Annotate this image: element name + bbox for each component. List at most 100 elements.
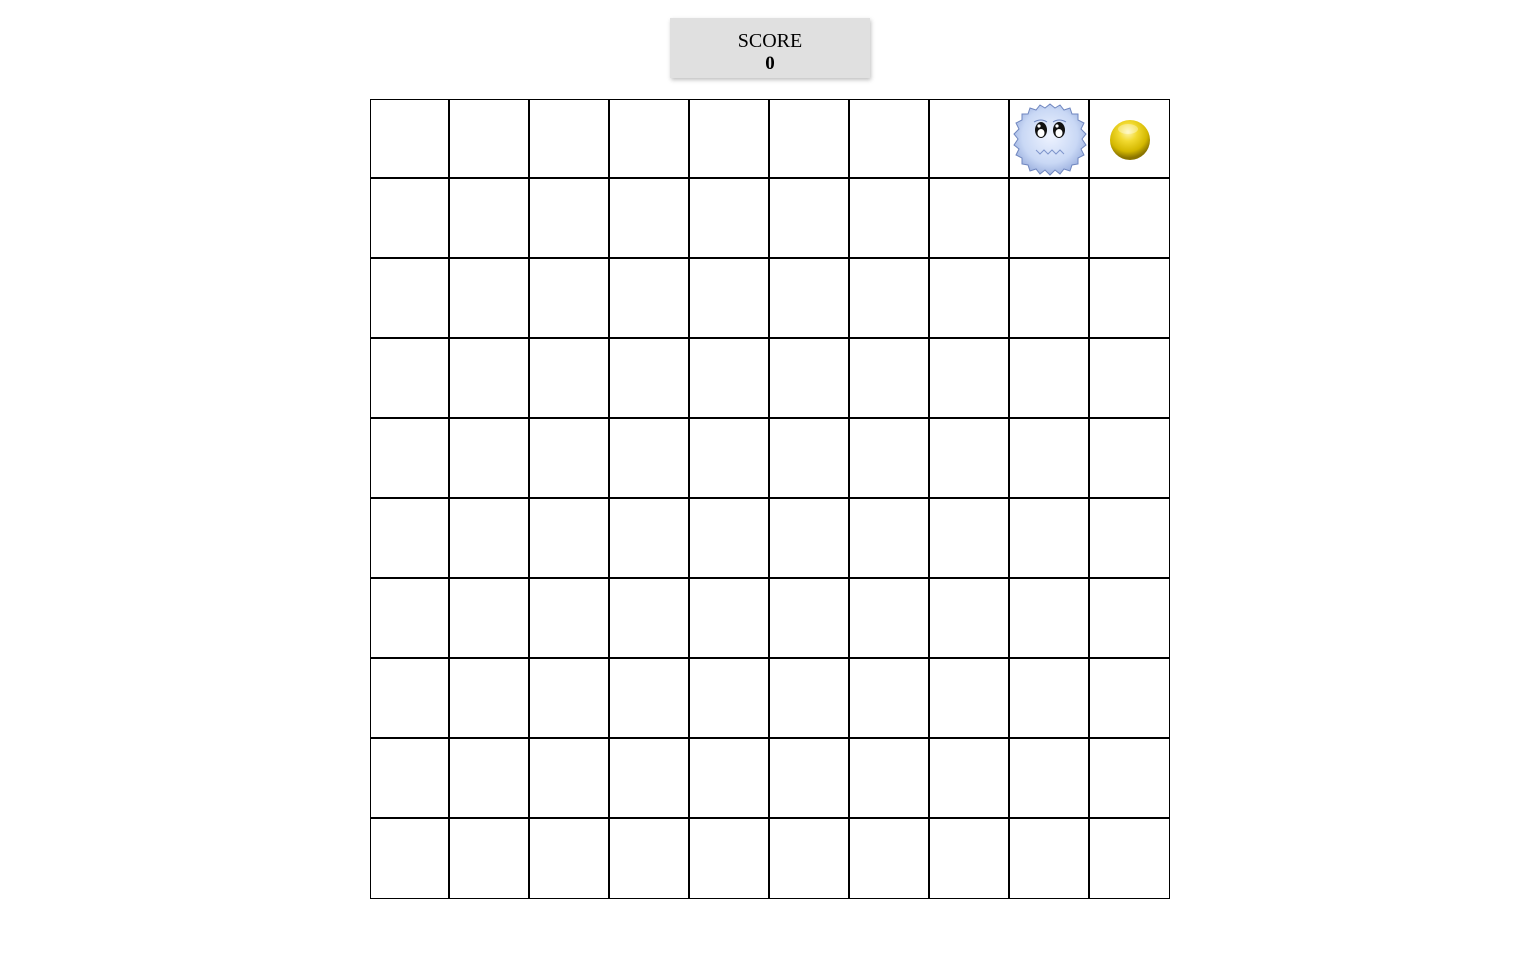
board-cell[interactable]: [530, 339, 610, 419]
board-cell[interactable]: [450, 259, 530, 339]
board-cell[interactable]: [370, 819, 450, 899]
board-cell[interactable]: [450, 499, 530, 579]
game-board[interactable]: [370, 99, 1170, 899]
board-cell[interactable]: [930, 419, 1010, 499]
board-cell[interactable]: [530, 579, 610, 659]
board-cell[interactable]: [1090, 819, 1170, 899]
board-cell[interactable]: [530, 819, 610, 899]
board-cell[interactable]: [690, 499, 770, 579]
board-cell[interactable]: [690, 739, 770, 819]
board-cell[interactable]: [850, 339, 930, 419]
board-cell[interactable]: [850, 499, 930, 579]
board-cell[interactable]: [1010, 819, 1090, 899]
board-cell[interactable]: [770, 419, 850, 499]
board-cell[interactable]: [610, 179, 690, 259]
board-cell[interactable]: [450, 659, 530, 739]
board-cell[interactable]: [610, 99, 690, 179]
board-cell[interactable]: [770, 259, 850, 339]
board-cell[interactable]: [770, 659, 850, 739]
board-cell[interactable]: [370, 179, 450, 259]
board-cell[interactable]: [1090, 259, 1170, 339]
board-cell[interactable]: [370, 419, 450, 499]
board-cell[interactable]: [930, 579, 1010, 659]
board-cell[interactable]: [850, 819, 930, 899]
board-cell[interactable]: [770, 99, 850, 179]
board-cell[interactable]: [610, 419, 690, 499]
board-cell[interactable]: [1010, 259, 1090, 339]
board-cell[interactable]: [370, 659, 450, 739]
board-cell[interactable]: [690, 99, 770, 179]
board-cell[interactable]: [930, 499, 1010, 579]
board-cell[interactable]: [1010, 419, 1090, 499]
board-cell[interactable]: [930, 659, 1010, 739]
board-cell[interactable]: [530, 99, 610, 179]
board-cell[interactable]: [690, 419, 770, 499]
board-cell[interactable]: [450, 579, 530, 659]
board-cell[interactable]: [1010, 659, 1090, 739]
board-cell[interactable]: [610, 259, 690, 339]
board-cell[interactable]: [850, 579, 930, 659]
board-cell[interactable]: [690, 659, 770, 739]
board-cell[interactable]: [770, 339, 850, 419]
board-cell[interactable]: [610, 339, 690, 419]
board-cell[interactable]: [1010, 339, 1090, 419]
board-cell[interactable]: [770, 179, 850, 259]
board-cell[interactable]: [610, 499, 690, 579]
board-cell[interactable]: [850, 419, 930, 499]
board-cell[interactable]: [610, 739, 690, 819]
board-cell[interactable]: [770, 819, 850, 899]
board-cell[interactable]: [1090, 659, 1170, 739]
board-cell[interactable]: [930, 819, 1010, 899]
board-cell[interactable]: [1090, 179, 1170, 259]
board-cell[interactable]: [1090, 339, 1170, 419]
board-cell[interactable]: [770, 499, 850, 579]
board-cell[interactable]: [850, 659, 930, 739]
board-cell[interactable]: [530, 659, 610, 739]
board-cell[interactable]: [450, 739, 530, 819]
board-cell[interactable]: [1010, 579, 1090, 659]
board-cell[interactable]: [930, 339, 1010, 419]
board-cell[interactable]: [1090, 499, 1170, 579]
board-cell[interactable]: [1010, 99, 1090, 179]
board-cell[interactable]: [610, 819, 690, 899]
board-cell[interactable]: [770, 739, 850, 819]
board-cell[interactable]: [1090, 579, 1170, 659]
board-cell[interactable]: [1090, 739, 1170, 819]
board-cell[interactable]: [370, 499, 450, 579]
board-cell[interactable]: [530, 499, 610, 579]
board-cell[interactable]: [370, 579, 450, 659]
board-cell[interactable]: [690, 579, 770, 659]
board-cell[interactable]: [770, 579, 850, 659]
board-cell[interactable]: [930, 99, 1010, 179]
board-cell[interactable]: [610, 579, 690, 659]
board-cell[interactable]: [370, 259, 450, 339]
board-cell[interactable]: [1090, 99, 1170, 179]
board-cell[interactable]: [690, 179, 770, 259]
board-cell[interactable]: [450, 99, 530, 179]
board-cell[interactable]: [610, 659, 690, 739]
board-cell[interactable]: [850, 99, 930, 179]
board-cell[interactable]: [850, 259, 930, 339]
board-cell[interactable]: [450, 419, 530, 499]
board-cell[interactable]: [690, 339, 770, 419]
board-cell[interactable]: [530, 419, 610, 499]
board-cell[interactable]: [690, 259, 770, 339]
board-cell[interactable]: [450, 179, 530, 259]
board-cell[interactable]: [370, 739, 450, 819]
board-cell[interactable]: [1010, 179, 1090, 259]
board-cell[interactable]: [530, 179, 610, 259]
board-cell[interactable]: [370, 99, 450, 179]
board-cell[interactable]: [690, 819, 770, 899]
board-cell[interactable]: [850, 179, 930, 259]
board-cell[interactable]: [850, 739, 930, 819]
board-cell[interactable]: [530, 739, 610, 819]
board-cell[interactable]: [930, 179, 1010, 259]
board-cell[interactable]: [930, 259, 1010, 339]
board-cell[interactable]: [450, 819, 530, 899]
board-cell[interactable]: [930, 739, 1010, 819]
board-cell[interactable]: [450, 339, 530, 419]
board-cell[interactable]: [1010, 739, 1090, 819]
board-cell[interactable]: [1010, 499, 1090, 579]
board-cell[interactable]: [530, 259, 610, 339]
board-cell[interactable]: [1090, 419, 1170, 499]
